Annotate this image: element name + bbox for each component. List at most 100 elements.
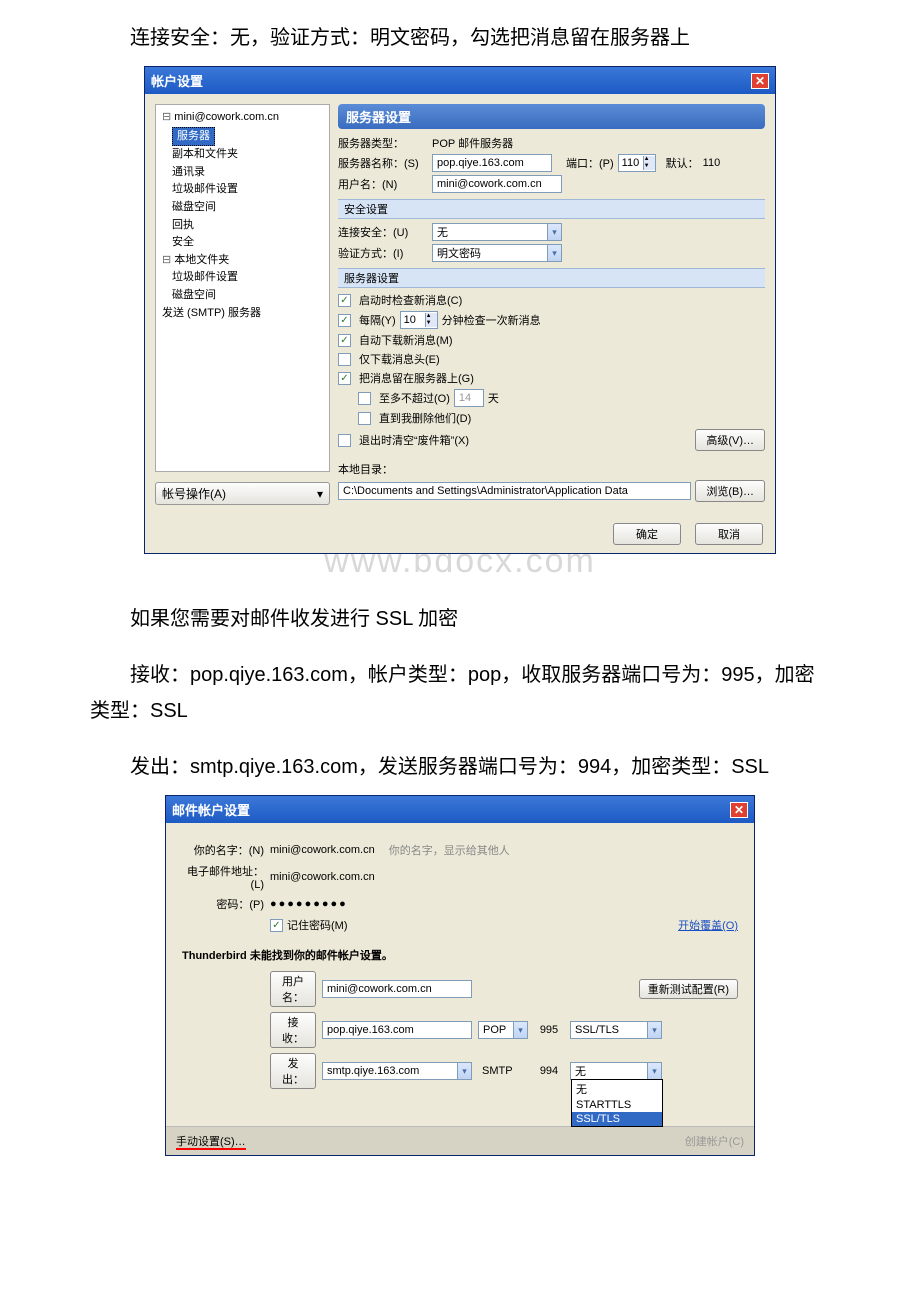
check-at-most[interactable] <box>358 392 371 405</box>
chevron-down-icon: ▾ <box>647 1022 661 1038</box>
incoming-protocol-select[interactable]: POP ▾ <box>478 1021 528 1039</box>
tree-local-root[interactable]: 本地文件夹 <box>158 252 327 270</box>
check-auto-download-label: 自动下载新消息(M) <box>359 332 453 348</box>
connection-security-value: 无 <box>437 224 448 240</box>
tree-item-security[interactable]: 安全 <box>158 234 327 252</box>
ssl-dropdown-list[interactable]: 无 STARTTLS SSL/TLS <box>571 1079 663 1127</box>
server-settings-panel: 服务器设置 服务器类型： POP 邮件服务器 服务器名称：(S) 端口：(P) … <box>338 104 765 505</box>
incoming-label-box: 接收： <box>270 1012 316 1048</box>
retest-button[interactable]: 重新测试配置(R) <box>639 979 738 999</box>
tree-account-root[interactable]: mini@cowork.com.cn <box>158 109 327 127</box>
tree-item-disk[interactable]: 磁盘空间 <box>158 199 327 217</box>
incoming-ssl-value: SSL/TLS <box>575 1024 619 1036</box>
check-until-delete-label: 直到我删除他们(D) <box>379 410 471 426</box>
connection-security-label: 连接安全：(U) <box>338 224 428 240</box>
tree-item-junk[interactable]: 垃圾邮件设置 <box>158 181 327 199</box>
at-most-days-input <box>454 389 484 407</box>
local-dir-label: 本地目录： <box>338 461 393 477</box>
chevron-down-icon: ▾ <box>647 1063 661 1079</box>
browse-button[interactable]: 浏览(B)… <box>695 480 765 502</box>
tree-item-server[interactable]: 服务器 <box>172 127 215 147</box>
check-leave-on-server-label: 把消息留在服务器上(G) <box>359 370 474 386</box>
outgoing-port: 994 <box>534 1065 564 1077</box>
outgoing-ssl-value: 无 <box>575 1063 586 1079</box>
instruction-line-4: 发出：smtp.qiye.163.com，发送服务器端口号为：994，加密类型：… <box>90 749 830 785</box>
username-input-2[interactable] <box>322 980 472 998</box>
name-hint: 你的名字，显示给其他人 <box>389 842 510 858</box>
outgoing-label-box: 发出： <box>270 1053 316 1089</box>
check-every-pre: 每隔(Y) <box>359 312 396 328</box>
advanced-button[interactable]: 高级(V)… <box>695 429 765 451</box>
instruction-line-1: 连接安全：无，验证方式：明文密码，勾选把消息留在服务器上 <box>90 20 830 56</box>
titlebar-2: 邮件帐户设置 ✕ <box>166 796 754 823</box>
security-settings-header: 安全设置 <box>338 199 765 219</box>
instruction-line-3: 接收：pop.qiye.163.com，帐户类型：pop，收取服务器端口号为：9… <box>90 657 830 729</box>
close-icon[interactable]: ✕ <box>730 802 748 818</box>
check-empty-trash[interactable] <box>338 434 351 447</box>
incoming-ssl-select[interactable]: SSL/TLS ▾ <box>570 1021 662 1039</box>
server-type-label: 服务器类型： <box>338 135 428 151</box>
email-value: mini@cowork.com.cn <box>270 871 375 883</box>
check-at-most-pre: 至多不超过(O) <box>379 390 450 406</box>
chevron-down-icon: ▾ <box>513 1022 527 1038</box>
outgoing-ssl-select[interactable]: 无 ▾ 无 STARTTLS SSL/TLS <box>570 1062 662 1080</box>
create-account-button: 创建帐户(C) <box>685 1133 744 1149</box>
tree-item-contacts[interactable]: 通讯录 <box>158 164 327 182</box>
remember-password-label: 记住密码(M) <box>287 917 348 933</box>
port-label: 端口：(P) <box>566 155 614 171</box>
ok-button[interactable]: 确定 <box>613 523 681 545</box>
tree-item-copies[interactable]: 副本和文件夹 <box>158 146 327 164</box>
spinner-arrows-icon[interactable]: ▲▼ <box>425 313 437 327</box>
check-headers-only[interactable] <box>338 353 351 366</box>
dialog-buttons: 确定 取消 <box>145 515 775 553</box>
username-label-box: 用户名： <box>270 971 316 1007</box>
instruction-line-2: 如果您需要对邮件收发进行 SSL 加密 <box>90 601 830 637</box>
name-value: mini@cowork.com.cn <box>270 844 375 856</box>
local-dir-input[interactable] <box>338 482 691 500</box>
cancel-button[interactable]: 取消 <box>695 523 763 545</box>
ssl-option-ssltls[interactable]: SSL/TLS <box>572 1112 662 1126</box>
chevron-down-icon: ▾ <box>547 224 561 240</box>
window-title-2: 邮件帐户设置 <box>172 800 250 819</box>
auth-method-select[interactable]: 明文密码 ▾ <box>432 244 562 262</box>
dialog-buttons-2: 手动设置(S)… 创建帐户(C) <box>166 1126 754 1155</box>
server-name-label: 服务器名称：(S) <box>338 155 428 171</box>
window-title: 帐户设置 <box>151 71 203 90</box>
incoming-server-input[interactable] <box>322 1021 472 1039</box>
port-spinner[interactable]: 110 ▲▼ <box>618 154 656 172</box>
interval-spinner[interactable]: 10 ▲▼ <box>400 311 438 329</box>
check-auto-download[interactable] <box>338 334 351 347</box>
account-settings-window: 帐户设置 ✕ mini@cowork.com.cn 服务器 副本和文件夹 通讯录… <box>144 66 776 554</box>
manual-setup-button[interactable]: 手动设置(S)… <box>176 1133 246 1149</box>
check-until-delete[interactable] <box>358 412 371 425</box>
outgoing-server-select[interactable]: smtp.qiye.163.com ▾ <box>322 1062 472 1080</box>
check-every[interactable] <box>338 314 351 327</box>
tree-item-smtp[interactable]: 发送 (SMTP) 服务器 <box>158 305 327 323</box>
ssl-option-starttls[interactable]: STARTTLS <box>572 1098 662 1112</box>
check-at-most-post: 天 <box>488 390 499 406</box>
ssl-option-none[interactable]: 无 <box>572 1080 662 1098</box>
account-tree[interactable]: mini@cowork.com.cn 服务器 副本和文件夹 通讯录 垃圾邮件设置… <box>155 104 330 472</box>
outgoing-protocol: SMTP <box>478 1065 528 1077</box>
close-icon[interactable]: ✕ <box>751 73 769 89</box>
username-input[interactable] <box>432 175 562 193</box>
check-every-post: 分钟检查一次新消息 <box>442 312 541 328</box>
mail-account-setup-window: 邮件帐户设置 ✕ 你的名字：(N) mini@cowork.com.cn 你的名… <box>165 795 755 1156</box>
default-value: 110 <box>703 157 721 169</box>
remember-password-check[interactable] <box>270 919 283 932</box>
chevron-down-icon: ▾ <box>547 245 561 261</box>
check-startup[interactable] <box>338 294 351 307</box>
spinner-arrows-icon[interactable]: ▲▼ <box>643 156 655 170</box>
tree-item-receipt[interactable]: 回执 <box>158 217 327 235</box>
connection-security-select[interactable]: 无 ▾ <box>432 223 562 241</box>
account-operations-label: 帐号操作(A) <box>162 485 226 502</box>
account-operations-button[interactable]: 帐号操作(A) ▾ <box>155 482 330 505</box>
tree-item-disk2[interactable]: 磁盘空间 <box>158 287 327 305</box>
check-leave-on-server[interactable] <box>338 372 351 385</box>
titlebar-1: 帐户设置 ✕ <box>145 67 775 94</box>
tree-item-junk2[interactable]: 垃圾邮件设置 <box>158 269 327 287</box>
start-over-link[interactable]: 开始覆盖(O) <box>678 917 738 933</box>
server-settings-header: 服务器设置 <box>338 104 765 129</box>
server-name-input[interactable] <box>432 154 552 172</box>
username-label: 用户名：(N) <box>338 176 428 192</box>
